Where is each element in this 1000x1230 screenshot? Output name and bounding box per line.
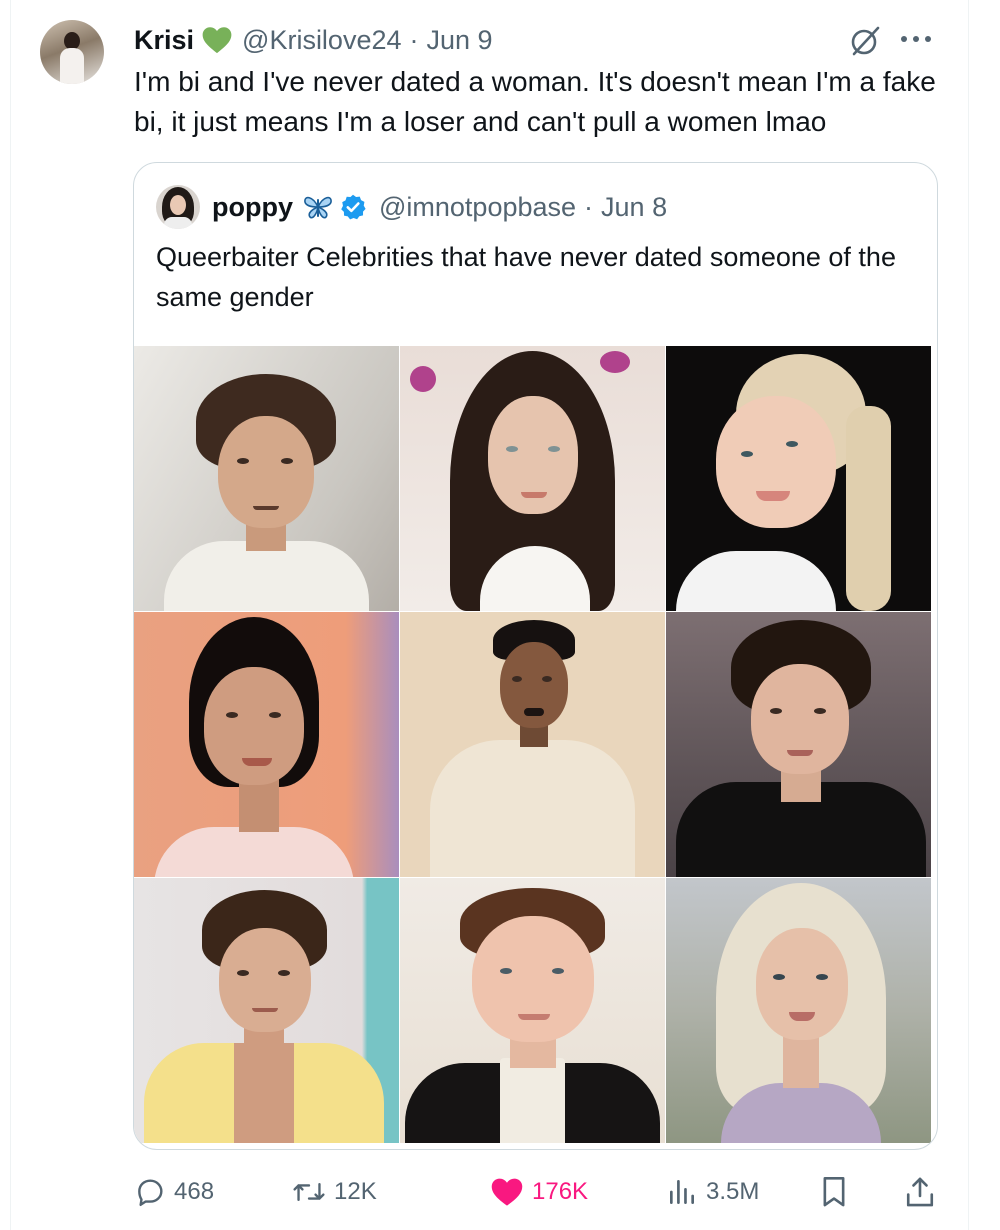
repost-icon [293, 1182, 325, 1202]
like-button[interactable]: 176K [490, 1170, 588, 1214]
photo-4[interactable] [134, 612, 399, 877]
tweet-header: Krisi @Krisilove24 · Jun 9 [134, 22, 493, 58]
reply-count: 468 [174, 1178, 215, 1205]
tweet[interactable]: Krisi @Krisilove24 · Jun 9 I'm bi and I'… [0, 0, 1000, 1230]
header-separator: · [409, 24, 419, 55]
quote-text: Queerbaiter Celebrities that have never … [156, 242, 896, 312]
views-icon [670, 1180, 694, 1204]
photo-1[interactable] [134, 346, 399, 611]
share-button[interactable] [904, 1170, 944, 1214]
author-name[interactable]: Krisi [134, 25, 194, 56]
tweet-text: I'm bi and I've never dated a woman. It'… [134, 66, 936, 137]
heart-filled-icon [491, 1178, 523, 1206]
quote-date: Jun 8 [601, 191, 668, 222]
tweet-date[interactable]: Jun 9 [427, 25, 493, 56]
quote-author-avatar [156, 185, 200, 229]
views-button[interactable]: 3.5M [666, 1170, 759, 1214]
grok-icon[interactable] [848, 24, 882, 58]
reply-button[interactable]: 468 [134, 1170, 214, 1214]
quote-avatar-face [170, 195, 186, 215]
quote-author-handle: @imnotpopbase [379, 191, 577, 222]
avatar-body [60, 48, 84, 84]
bookmark-button[interactable] [818, 1170, 858, 1214]
like-count: 176K [532, 1178, 589, 1205]
author-avatar[interactable] [40, 20, 104, 84]
butterfly-icon [303, 194, 333, 220]
photo-2[interactable] [400, 346, 665, 611]
tweet-actions: 468 12K 176K 3.5M [134, 1170, 944, 1214]
reply-icon [138, 1179, 163, 1206]
bookmark-icon [823, 1176, 845, 1207]
quote-author-name: poppy [212, 191, 293, 222]
photo-6[interactable] [666, 612, 931, 877]
share-icon [906, 1177, 934, 1207]
quoted-tweet[interactable]: poppy @imnotpopbase · Jun 8 Queerbaiter … [133, 162, 938, 1150]
image-grid [134, 346, 937, 1149]
quote-header-separator: · [584, 191, 594, 222]
photo-5[interactable] [400, 612, 665, 877]
quote-header: poppy @imnotpopbase · Jun 8 [212, 189, 667, 225]
repost-count: 12K [334, 1178, 377, 1205]
photo-7[interactable] [134, 878, 399, 1143]
green-heart-icon [202, 26, 232, 54]
more-options-icon[interactable] [896, 24, 936, 54]
verified-badge-icon [339, 193, 367, 221]
repost-button[interactable]: 12K [292, 1170, 377, 1214]
photo-8[interactable] [400, 878, 665, 1143]
author-handle[interactable]: @Krisilove24 [242, 25, 401, 56]
quote-avatar-shirt [164, 217, 192, 229]
photo-9[interactable] [666, 878, 931, 1143]
views-count: 3.5M [706, 1178, 760, 1205]
photo-3[interactable] [666, 346, 931, 611]
